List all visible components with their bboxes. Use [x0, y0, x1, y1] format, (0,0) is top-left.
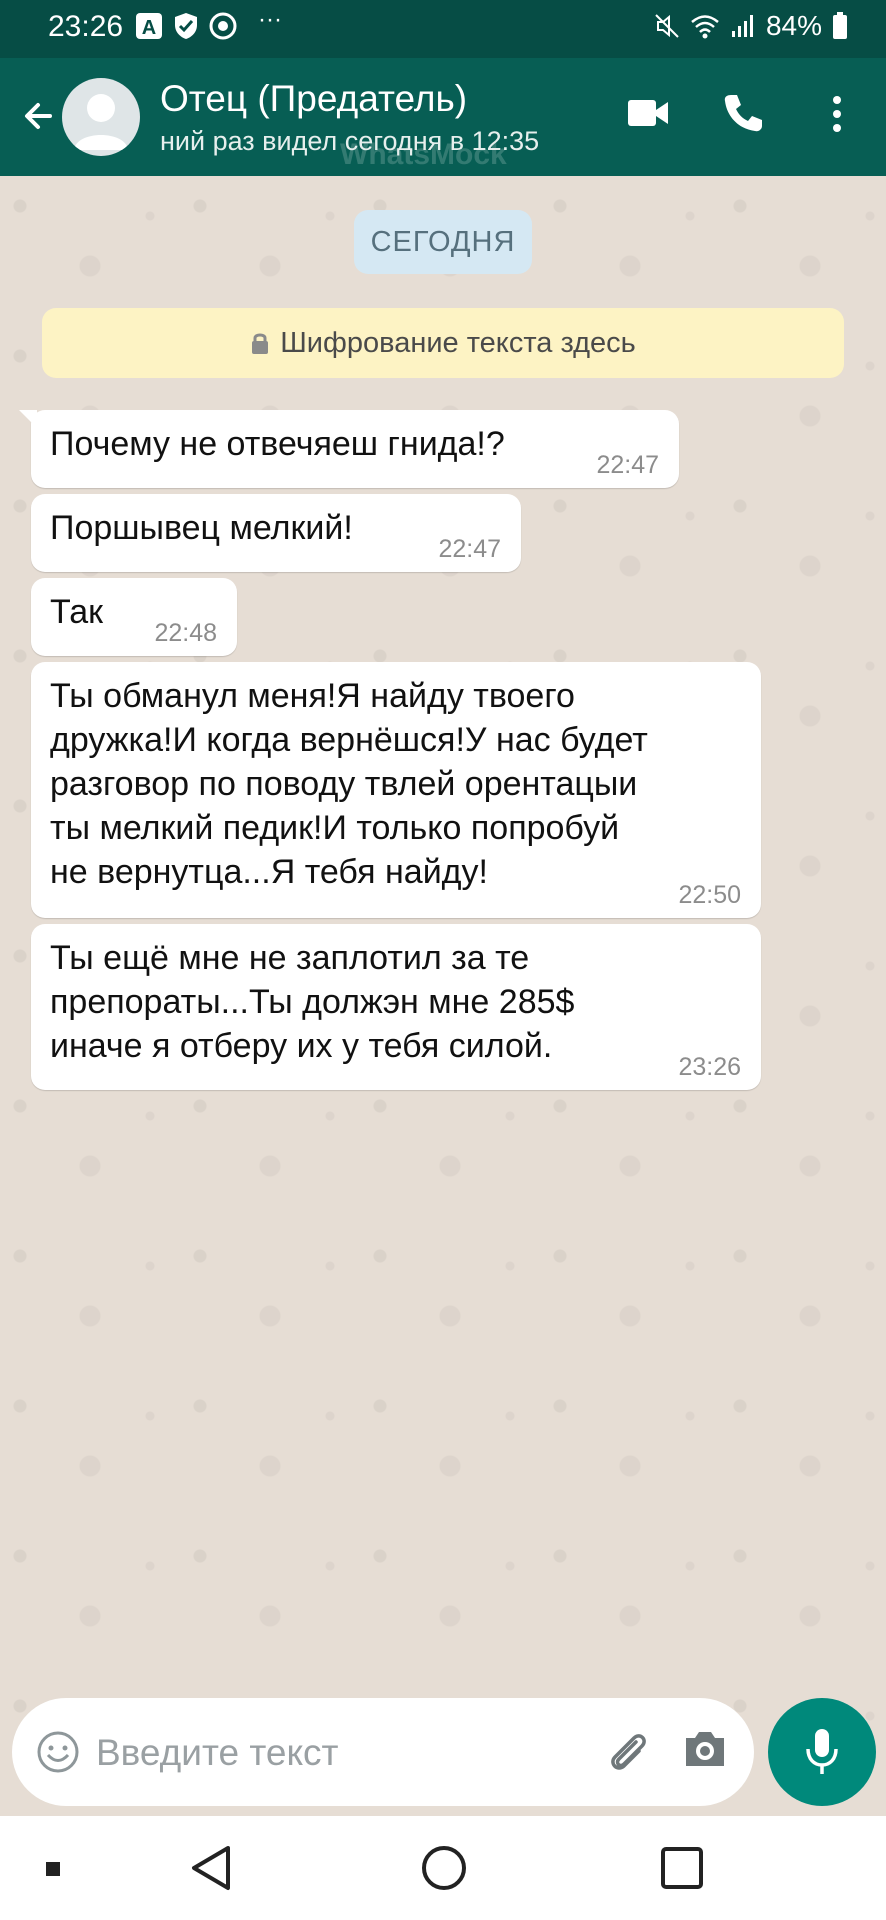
more-vert-icon[interactable] — [830, 94, 844, 134]
message-bubble[interactable]: Почему не отвечяеш гнида!? 22:47 — [19, 410, 679, 488]
message-time: 22:47 — [596, 451, 659, 479]
status-time: 23:26 — [48, 10, 124, 43]
emoji-icon[interactable] — [36, 1730, 80, 1774]
message-bubble[interactable]: Так 22:48 — [31, 578, 237, 656]
message-text: Поршывец мелкий! — [50, 509, 353, 547]
message-bubble[interactable]: Ты ещё мне не заплотил за те препораты..… — [31, 924, 761, 1090]
message-text: Ты обманул меня!Я найду твоего дружка!И … — [50, 677, 648, 891]
chrome-icon — [209, 12, 237, 40]
status-bar: 23:26 A ··· 84% — [0, 0, 886, 58]
contact-name[interactable]: Отец (Предатель) — [160, 78, 467, 120]
battery-icon — [833, 12, 847, 39]
date-chip: СЕГОДНЯ — [354, 210, 532, 274]
attach-icon[interactable] — [602, 1726, 652, 1776]
back-arrow-icon[interactable] — [18, 96, 58, 136]
message-text: Почему не отвечяеш гнида!? — [50, 425, 505, 463]
recents-square-icon[interactable] — [660, 1846, 704, 1890]
home-circle-icon[interactable] — [420, 1844, 468, 1892]
mic-icon — [806, 1729, 838, 1774]
signal-icon — [731, 15, 753, 37]
wifi-icon — [691, 15, 719, 39]
message-time: 23:26 — [678, 1053, 741, 1081]
message-time: 22:48 — [154, 619, 217, 647]
message-time: 22:47 — [438, 535, 501, 563]
message-text: Ты ещё мне не заплотил за те препораты..… — [50, 939, 575, 1065]
lock-icon — [252, 333, 269, 354]
message-bubble[interactable]: Поршывец мелкий! 22:47 — [31, 494, 521, 572]
svg-text:A: A — [142, 17, 156, 39]
mic-button[interactable] — [768, 1698, 876, 1806]
a-icon: A — [136, 13, 162, 39]
last-seen: ний раз видел сегодня в 12:35 — [160, 126, 540, 156]
message-time: 22:50 — [678, 881, 741, 909]
shield-check-icon — [175, 13, 197, 39]
mute-icon — [655, 14, 679, 38]
status-more-dots: ··· — [258, 6, 282, 33]
encryption-text: Шифрование текста здесь — [280, 326, 636, 359]
menu-square-icon[interactable] — [46, 1862, 60, 1876]
phone-icon[interactable] — [722, 92, 764, 134]
chat-area[interactable]: СЕГОДНЯ Шифрование текста здесь Почему н… — [0, 176, 886, 1816]
battery-percent: 84% — [765, 10, 822, 41]
system-nav-bar — [0, 1816, 886, 1920]
camera-icon[interactable] — [682, 1728, 728, 1770]
message-input[interactable]: Введите текст — [96, 1732, 339, 1774]
message-text: Так — [50, 593, 104, 631]
back-triangle-icon[interactable] — [188, 1844, 234, 1892]
video-call-icon[interactable] — [626, 96, 670, 130]
message-input-bar[interactable]: Введите текст — [12, 1698, 754, 1806]
avatar[interactable] — [62, 78, 140, 156]
message-bubble[interactable]: Ты обманул меня!Я найду твоего дружка!И … — [31, 662, 761, 918]
default-avatar-icon — [74, 94, 128, 150]
chat-header: Отец (Предатель) WhatsMock ний раз видел… — [0, 58, 886, 176]
encryption-notice[interactable]: Шифрование текста здесь — [42, 308, 844, 378]
